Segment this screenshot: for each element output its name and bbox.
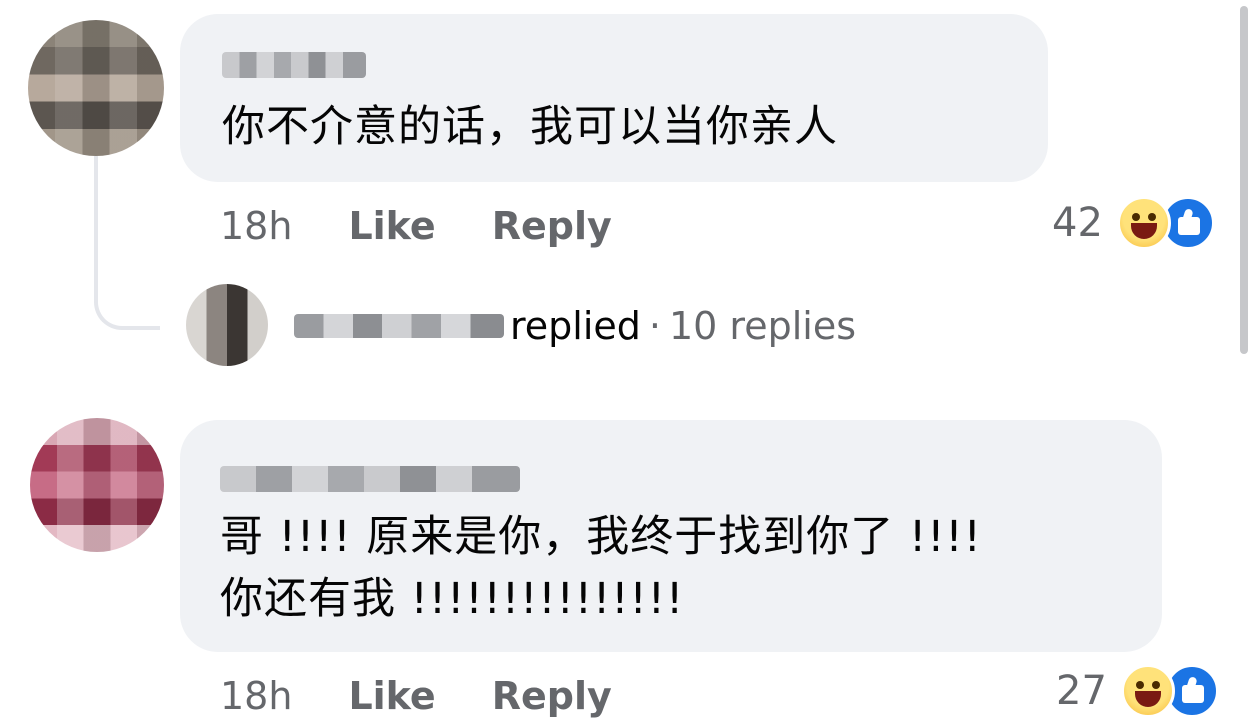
haha-icon (1120, 664, 1175, 718)
separator: · (648, 304, 661, 348)
comment-time[interactable]: 18h (220, 674, 292, 718)
replier-name-blurred (294, 314, 504, 338)
thread-connector (94, 156, 160, 330)
scrollbar[interactable] (1240, 6, 1248, 354)
haha-icon (1116, 196, 1171, 250)
comment-actions: 18h Like Reply (220, 674, 612, 718)
author-name-blurred[interactable] (222, 52, 366, 78)
replies-count: 10 replies (669, 304, 857, 348)
like-button[interactable]: Like (348, 204, 435, 248)
reaction-count: 42 (1052, 200, 1103, 246)
comment-bubble: 哥 !!!! 原来是你，我终于找到你了 !!!! 你还有我 !!!!!!!!!!… (180, 420, 1162, 652)
comment-actions: 18h Like Reply (220, 204, 612, 248)
view-replies-link[interactable]: replied · 10 replies (294, 304, 856, 348)
reaction-count: 27 (1056, 668, 1107, 714)
comment-bubble: 你不介意的话，我可以当你亲人 (180, 14, 1048, 182)
reply-avatar[interactable] (186, 284, 268, 366)
comment-time[interactable]: 18h (220, 204, 292, 248)
reply-button[interactable]: Reply (492, 204, 612, 248)
reaction-summary[interactable]: 42 (1052, 196, 1215, 250)
comment-text: 你不介意的话，我可以当你亲人 (222, 102, 838, 152)
like-button[interactable]: Like (348, 674, 435, 718)
author-name-blurred[interactable] (220, 466, 520, 492)
reaction-summary[interactable]: 27 (1056, 664, 1219, 718)
replied-label: replied (510, 304, 641, 348)
avatar[interactable] (30, 418, 164, 552)
avatar[interactable] (28, 20, 164, 156)
comment-text: 哥 !!!! 原来是你，我终于找到你了 !!!! 你还有我 !!!!!!!!!!… (220, 512, 982, 624)
reply-button[interactable]: Reply (492, 674, 612, 718)
